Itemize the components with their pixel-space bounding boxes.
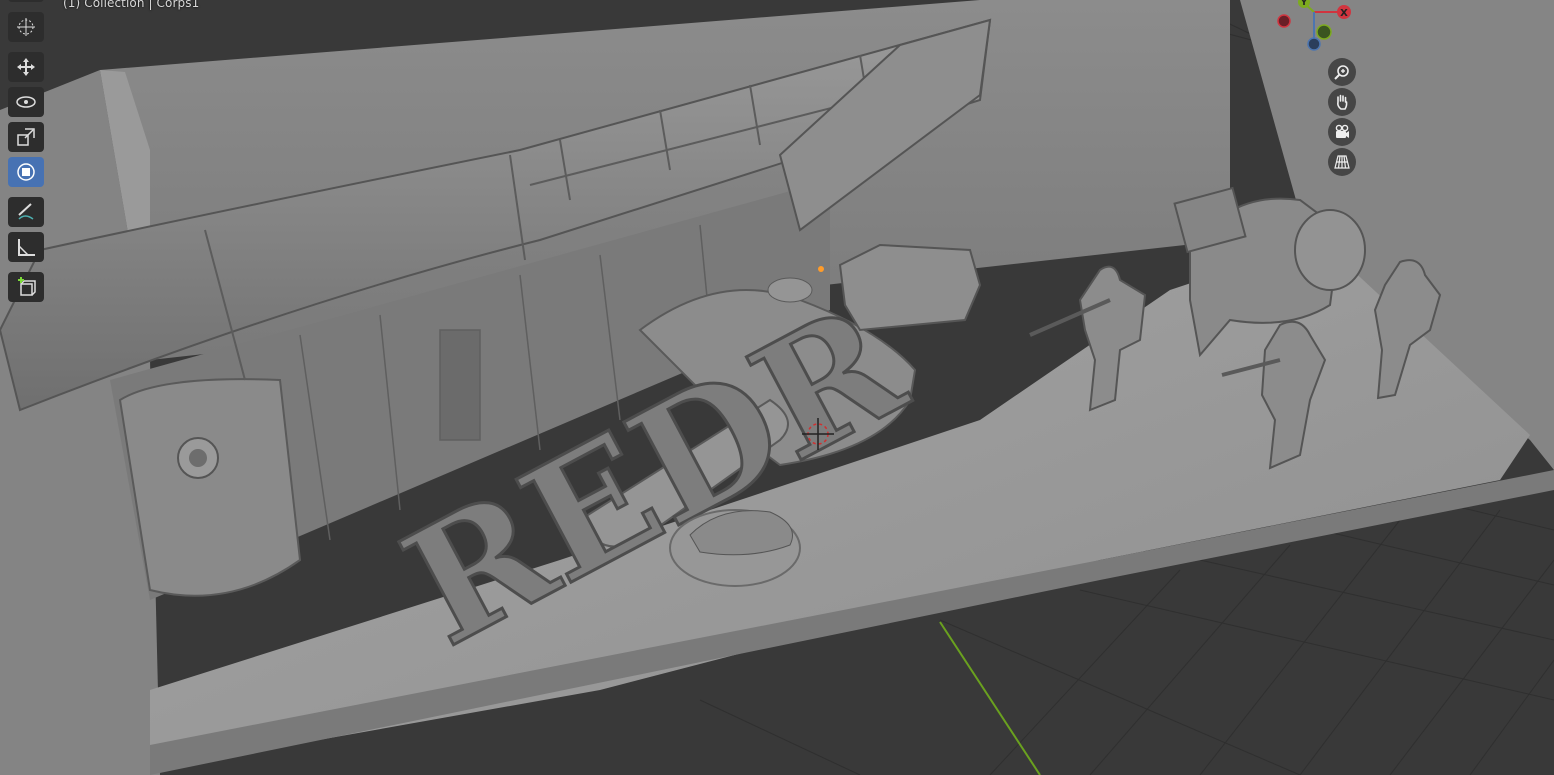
y-axis-label: Y [1300, 0, 1308, 8]
select-box-icon [15, 0, 37, 6]
move-tool-button[interactable] [8, 52, 44, 82]
pan-button[interactable] [1328, 88, 1356, 116]
zoom-icon [1334, 65, 1349, 80]
cursor-icon [17, 18, 35, 36]
scale-icon [17, 128, 35, 146]
perspective-toggle-button[interactable] [1328, 148, 1356, 176]
annotate-tool-button[interactable] [8, 197, 44, 227]
transform-icon [17, 163, 35, 181]
object-origin [818, 266, 824, 272]
move-icon [17, 58, 35, 76]
transform-tool-button[interactable] [8, 157, 44, 187]
add-cube-tool-button[interactable] [8, 272, 44, 302]
y-axis-line [939, 621, 1041, 775]
x-axis-label: X [1340, 8, 1348, 19]
camera-icon [1335, 124, 1349, 138]
measure-icon [18, 239, 35, 256]
3d-viewport[interactable]: REDR (1) Collection | Corps1 X Y [0, 0, 1554, 775]
barrel [1294, 209, 1366, 291]
scale-tool-button[interactable] [8, 122, 44, 152]
collection-label: (1) Collection | Corps1 [63, 0, 200, 10]
perspective-grid-icon [1334, 155, 1350, 169]
add-cube-icon [18, 277, 36, 296]
scene-render[interactable]: REDR [0, 0, 1554, 775]
cursor-tool-button[interactable] [8, 12, 44, 42]
axis-gizmo[interactable]: X Y [1270, 0, 1360, 55]
measure-tool-button[interactable] [8, 232, 44, 262]
pan-hand-icon [1337, 94, 1348, 110]
rotate-icon [16, 96, 36, 108]
tank-structure [118, 378, 302, 597]
neg-z-axis-ball[interactable] [1307, 37, 1321, 51]
neg-y-axis-ball[interactable] [1316, 24, 1332, 40]
rotate-tool-button[interactable] [8, 87, 44, 117]
supply-crate [838, 243, 982, 332]
zoom-button[interactable] [1328, 58, 1356, 86]
tank-porthole-inner [189, 449, 207, 467]
neg-x-axis-ball[interactable] [1277, 14, 1291, 28]
camera-view-button[interactable] [1328, 118, 1356, 146]
annotate-icon [18, 203, 34, 220]
select-box-tool-button[interactable] [8, 0, 44, 2]
